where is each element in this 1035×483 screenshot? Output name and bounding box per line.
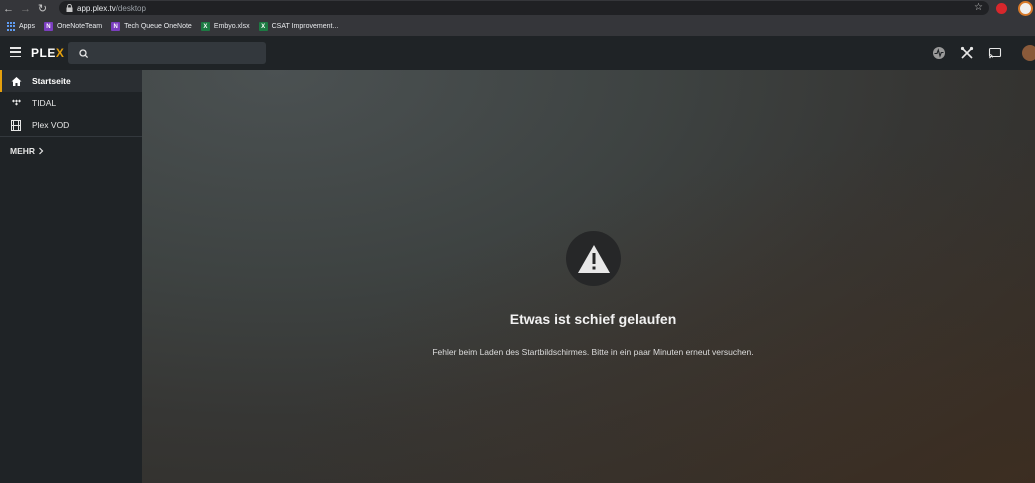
home-icon xyxy=(10,75,22,87)
more-label: MEHR xyxy=(10,146,36,156)
back-arrow-icon[interactable]: ← xyxy=(0,0,17,17)
url-path: /desktop xyxy=(115,3,146,13)
excel-icon: X xyxy=(200,22,210,31)
reload-icon[interactable]: ↻ xyxy=(34,0,51,17)
browser-toolbar: ← → ↻ app.plex.tv/desktop ☆ xyxy=(0,0,1035,17)
url-text: app.plex.tv/desktop xyxy=(77,4,146,13)
bookmark-tech-queue[interactable]: N Tech Queue OneNote xyxy=(111,22,192,31)
bookmark-embyo[interactable]: X Embyo.xlsx xyxy=(200,22,250,31)
sidebar-item-plex-vod[interactable]: Plex VOD xyxy=(0,114,142,136)
bookmark-label: Apps xyxy=(19,23,35,30)
sidebar-item-startseite[interactable]: Startseite xyxy=(0,70,142,92)
sidebar-item-label: Plex VOD xyxy=(32,120,70,130)
activity-icon[interactable] xyxy=(931,45,947,61)
excel-icon: X xyxy=(258,22,268,31)
chevron-right-icon xyxy=(39,147,44,155)
tidal-icon xyxy=(10,97,22,109)
cast-icon[interactable] xyxy=(987,45,1003,61)
sidebar: Startseite TIDAL Plex VOD MEHR xyxy=(0,70,142,483)
bookmark-apps[interactable]: Apps xyxy=(6,22,35,31)
url-host: app.plex.tv xyxy=(77,3,116,13)
bookmark-csat[interactable]: X CSAT Improvement... xyxy=(258,22,339,31)
more-button[interactable]: MEHR xyxy=(0,137,142,165)
film-icon xyxy=(10,119,22,131)
bookmark-label: CSAT Improvement... xyxy=(271,23,339,30)
user-avatar[interactable] xyxy=(1022,45,1035,61)
onenote-icon: N xyxy=(111,22,121,31)
settings-tools-icon[interactable] xyxy=(959,45,975,61)
address-bar[interactable]: app.plex.tv/desktop ☆ xyxy=(59,1,989,15)
profile-avatar-icon[interactable] xyxy=(1018,1,1033,16)
logo-accent: X xyxy=(55,46,65,60)
bookmark-onenoteteam[interactable]: N OneNoteTeam xyxy=(43,22,103,31)
main-content: Etwas ist schief gelaufen Fehler beim La… xyxy=(142,70,1035,483)
sidebar-item-label: Startseite xyxy=(32,76,71,86)
search-icon xyxy=(78,47,90,59)
forward-arrow-icon[interactable]: → xyxy=(17,0,34,17)
error-title: Etwas ist schief gelaufen xyxy=(509,311,677,327)
hamburger-menu-icon[interactable] xyxy=(10,47,21,57)
bookmark-label: OneNoteTeam xyxy=(56,23,103,30)
logo-main: PLE xyxy=(31,46,56,60)
lock-icon xyxy=(65,4,73,12)
app-header: PLEX xyxy=(0,36,1035,70)
sidebar-item-tidal[interactable]: TIDAL xyxy=(0,92,142,114)
bookmark-star-icon[interactable]: ☆ xyxy=(974,2,983,13)
warning-icon xyxy=(566,231,621,286)
search-input[interactable] xyxy=(68,42,266,64)
bookmarks-bar: Apps N OneNoteTeam N Tech Queue OneNote … xyxy=(0,17,1035,36)
onenote-icon: N xyxy=(43,22,53,31)
error-message: Fehler beim Laden des Startbildschirmes.… xyxy=(432,347,754,357)
apps-grid-icon xyxy=(6,22,15,31)
bookmark-label: Tech Queue OneNote xyxy=(124,23,192,30)
bookmark-label: Embyo.xlsx xyxy=(213,23,250,30)
sidebar-item-label: TIDAL xyxy=(32,98,57,108)
extension-icon[interactable] xyxy=(996,3,1007,14)
plex-logo[interactable]: PLEX xyxy=(31,46,64,60)
